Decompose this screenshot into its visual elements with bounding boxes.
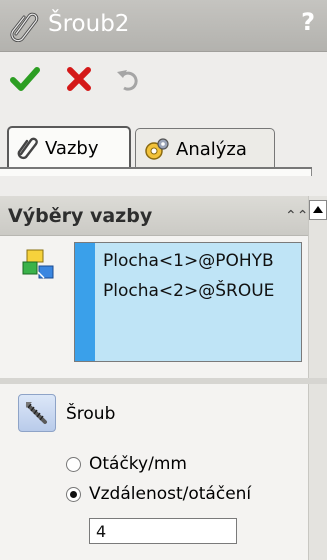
tab-strip: Vazby Analýza: [0, 116, 327, 176]
section-header[interactable]: Výběry vazby ⌃⌃: [0, 196, 308, 236]
screw-mate-button[interactable]: [18, 394, 56, 432]
x-icon: [67, 67, 91, 91]
tab-label: Analýza: [176, 139, 247, 160]
radio-label: Vzdálenost/otáčení: [89, 484, 252, 504]
paperclip-icon: [10, 10, 40, 46]
undo-button[interactable]: [114, 64, 144, 94]
panel-title: Šroub2: [48, 11, 130, 37]
tab-vazby[interactable]: Vazby: [7, 126, 131, 168]
screw-options: Šroub Otáčky/mm Vzdálenost/otáčení: [0, 384, 327, 560]
undo-icon: [117, 70, 138, 91]
action-bar: [0, 54, 327, 116]
screw-label: Šroub: [66, 404, 116, 424]
tab-label: Vazby: [45, 137, 99, 159]
list-item[interactable]: Plocha<1>@POHYB: [103, 251, 274, 271]
radio-otacky-mm[interactable]: Otáčky/mm: [66, 454, 187, 474]
radio-button[interactable]: [66, 456, 81, 472]
scrollbar-track[interactable]: [308, 384, 327, 560]
scroll-up-arrow-icon[interactable]: [309, 200, 327, 220]
ok-button[interactable]: [10, 64, 40, 94]
selection-list[interactable]: Plocha<1>@POHYB Plocha<2>@ŠROUE: [74, 242, 302, 362]
cancel-button[interactable]: [64, 64, 94, 94]
radio-label: Otáčky/mm: [89, 454, 187, 474]
radio-vzdalenost-otaceni[interactable]: Vzdálenost/otáčení: [66, 484, 251, 504]
selections-section: Výběry vazby ⌃⌃ Plocha<1>@POHYB Plocha<2…: [0, 196, 327, 378]
check-icon: [10, 67, 40, 91]
section-body: Plocha<1>@POHYB Plocha<2>@ŠROUE: [0, 236, 308, 378]
faces-icon: [21, 248, 55, 286]
selection-gutter: [75, 243, 95, 361]
gear-analysis-icon: [144, 137, 170, 163]
scrollbar[interactable]: [308, 196, 327, 378]
list-item[interactable]: Plocha<2>@ŠROUE: [103, 281, 274, 301]
title-bar: Šroub2 ?: [0, 0, 327, 52]
help-button[interactable]: ?: [301, 8, 315, 36]
section-title: Výběry vazby: [8, 205, 153, 227]
tab-analyza[interactable]: Analýza: [135, 128, 275, 170]
paperclip-icon: [17, 136, 39, 160]
collapse-icon[interactable]: ⌃⌃: [285, 208, 308, 224]
screw-icon: [26, 402, 47, 424]
radio-button[interactable]: [66, 486, 81, 502]
tab-panel-edge: [0, 169, 312, 176]
distance-input[interactable]: [89, 518, 237, 544]
